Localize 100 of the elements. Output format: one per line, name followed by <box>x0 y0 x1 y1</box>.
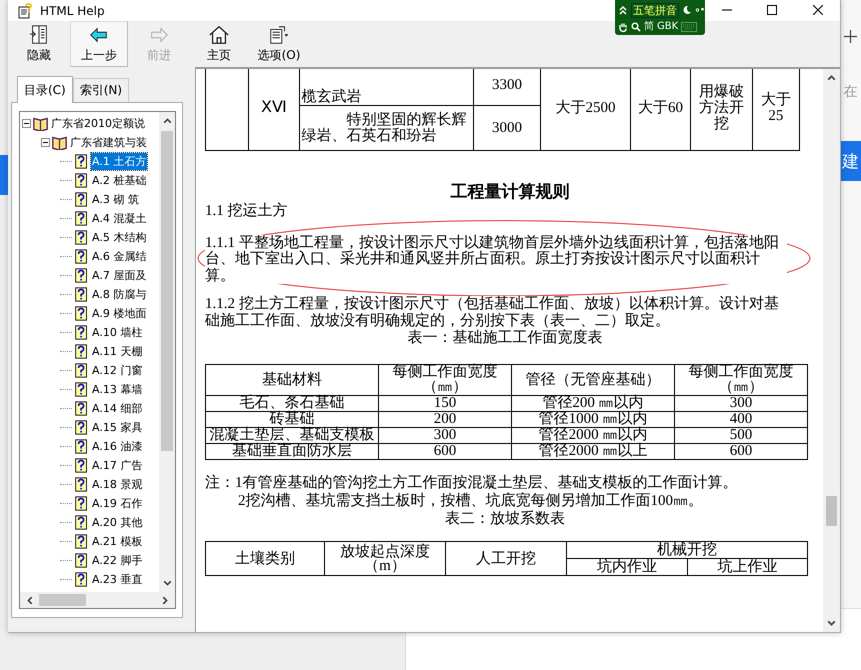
column-header: 坑上作业 <box>687 558 808 576</box>
help-page-icon <box>74 173 89 188</box>
toolbar-button[interactable]: 隐藏 <box>10 21 68 67</box>
tree-item[interactable]: A.8 防腐与 <box>91 286 148 303</box>
paragraph: 1.1.2 挖土方工程量，按设计图示尺寸（包括基础工作面、放坡）以体积计算。设计对基础施工工作面、放坡没有明确规定的，分别按下表（表一、二）取定。 <box>205 296 780 329</box>
book-icon <box>33 116 48 131</box>
table-cell: ⅩⅥ <box>248 69 300 150</box>
tree-item[interactable]: A.19 石作 <box>91 495 144 512</box>
help-page-icon <box>74 534 89 549</box>
help-page-icon <box>74 515 89 530</box>
paragraph: 1.1 挖运土方 <box>205 203 288 220</box>
scroll-down-icon[interactable] <box>826 618 837 629</box>
tree-item[interactable]: A.9 楼地面 <box>91 305 148 322</box>
moon-icon[interactable] <box>682 5 692 15</box>
tree-item[interactable]: A.4 混凝土 <box>91 210 148 227</box>
tree-item[interactable]: A.21 模板 <box>91 533 144 550</box>
expand-icon[interactable] <box>618 5 628 15</box>
tree-item[interactable]: A.23 垂直 <box>91 571 144 588</box>
table-cell: 3300 <box>473 69 541 106</box>
nav-tab[interactable]: 目录(C) <box>17 76 73 103</box>
table-caption: 表二：放坡系数表 <box>444 510 566 528</box>
toolbar-button[interactable]: 上一步 <box>70 21 128 67</box>
tree-item[interactable]: 广东省2010定额说 <box>50 115 146 132</box>
help-page-icon <box>74 496 89 511</box>
help-page-icon <box>74 154 89 169</box>
table-cell: 大于25 <box>752 69 800 150</box>
table-cell: 用爆破方法开挖 <box>690 69 752 150</box>
table-cell: 榄玄武岩 <box>299 69 474 106</box>
help-page-icon <box>74 572 89 587</box>
tree-item[interactable]: A.17 广告 <box>91 457 144 474</box>
tree-item[interactable]: A.7 屋面及 <box>91 267 148 284</box>
help-page-icon <box>74 325 89 340</box>
scrollbar[interactable] <box>159 112 175 592</box>
window-title: HTML Help <box>40 4 105 18</box>
tree-item[interactable]: A.16 油漆 <box>91 438 144 455</box>
column-header: 机械开挖 <box>566 542 808 558</box>
scroll-thumb[interactable] <box>826 496 837 526</box>
column-header: 坑内作业 <box>566 558 687 576</box>
table-cell: 200 <box>378 412 512 428</box>
collapse-icon[interactable] <box>22 119 31 128</box>
table-cell: 400 <box>674 412 808 428</box>
scroll-thumb[interactable] <box>161 131 173 451</box>
column-header: 人工开挖 <box>446 542 566 576</box>
help-page-icon <box>74 192 89 207</box>
help-page-icon <box>74 401 89 416</box>
horizontal-scrollbar[interactable] <box>20 592 175 608</box>
input-mode[interactable]: 五笔拼音 <box>631 2 679 18</box>
background-button[interactable]: 建 <box>840 141 861 181</box>
charset-label[interactable]: 简 <box>644 20 654 32</box>
toolbar-button[interactable]: 选项(O) <box>250 21 308 67</box>
table-cell: 砖基础 <box>206 412 378 428</box>
background-text: 在 <box>844 83 858 101</box>
search-icon[interactable] <box>631 22 641 32</box>
maximize-icon[interactable] <box>767 5 777 15</box>
encoding-label[interactable]: GBK <box>657 20 678 32</box>
help-page-icon <box>74 344 89 359</box>
column-header: 放坡起点深度（m） <box>324 542 446 576</box>
nav-tab[interactable]: 索引(N) <box>72 78 130 102</box>
column-header: 土壤类别 <box>206 542 324 576</box>
hand-icon[interactable] <box>618 22 628 32</box>
help-page-icon <box>74 458 89 473</box>
toolbar-button[interactable]: 主页 <box>190 21 248 67</box>
help-page-icon <box>74 268 89 283</box>
help-page-icon <box>74 287 89 302</box>
column-header: 管径（无管座基础） <box>512 364 674 396</box>
help-page-icon <box>74 211 89 226</box>
keyboard-icon[interactable] <box>681 22 698 32</box>
section-heading: 工程量计算规则 <box>450 181 570 203</box>
collapse-icon[interactable] <box>41 138 50 147</box>
tree-item[interactable]: A.20 其他 <box>91 514 144 531</box>
table-cell: 大于2500 <box>540 69 630 150</box>
plus-icon[interactable] <box>844 30 857 43</box>
tree-item[interactable]: A.5 木结构 <box>91 229 148 246</box>
tree-item[interactable]: A.1 土石方 <box>91 153 148 170</box>
tree-item[interactable]: A.18 景观 <box>91 476 144 493</box>
table-caption: 表一：基础施工工作面宽度表 <box>406 329 604 347</box>
tree-item[interactable]: A.22 脚手 <box>91 552 144 569</box>
tree-item[interactable]: A.2 桩基础 <box>91 172 148 189</box>
scrollbar[interactable] <box>823 69 840 632</box>
tree-item[interactable]: A.13 幕墙 <box>91 381 144 398</box>
book-icon <box>52 135 67 150</box>
tree-item[interactable]: A.10 墙柱 <box>91 324 144 341</box>
help-page-icon <box>74 382 89 397</box>
note-text: 2挖沟槽、基坑需支挡土板时，按槽、坑底宽每侧另增加工作面100㎜。 <box>237 492 704 510</box>
paragraph: 1.1.1 平整场地工程量，按设计图示尺寸以建筑物首层外墙外边线面积计算，包括落地阳台、地下室出入口、采光井和通风竖井所占面积。原土打夯按设计图示尺寸以面积计算。 <box>205 234 787 284</box>
home-icon <box>208 24 230 46</box>
table-cell: 500 <box>674 428 808 444</box>
table-cell: 150 <box>378 396 512 412</box>
close-icon[interactable] <box>813 5 823 15</box>
tree-item[interactable]: A.6 金属结 <box>91 248 148 265</box>
hide-pane-icon <box>28 24 50 46</box>
tree-item[interactable]: A.11 天棚 <box>91 343 144 360</box>
scroll-thumb[interactable] <box>39 594 86 606</box>
help-document-icon <box>17 2 33 18</box>
tree-item[interactable]: 广东省建筑与装 <box>69 134 148 151</box>
scroll-up-icon[interactable] <box>826 72 837 83</box>
tree-item[interactable]: A.15 家具 <box>91 419 144 436</box>
tree-item[interactable]: A.3 砌 筑 <box>91 191 140 208</box>
tree-item[interactable]: A.14 细部 <box>91 400 144 417</box>
tree-item[interactable]: A.12 门窗 <box>91 362 144 379</box>
